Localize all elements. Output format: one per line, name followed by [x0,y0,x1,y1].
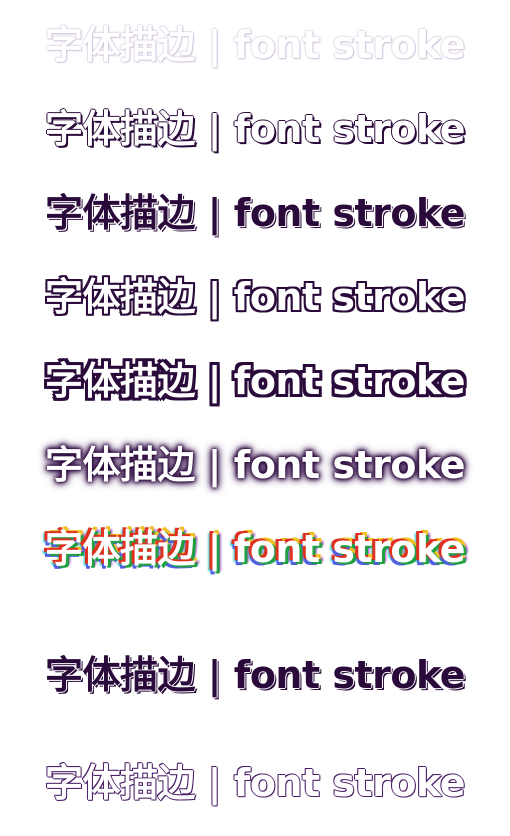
stroke-sample-3: 字体描边 | font stroke [44,191,466,235]
stroke-sample-8: 字体描边 | font stroke [44,653,466,697]
stroke-sample-2: 字体描边 | font stroke [44,107,466,151]
stroke-sample-7: 字体描边 | font stroke [44,527,466,571]
stroke-sample-1: 字体描边 | font stroke [44,23,466,67]
stroke-sample-9: 字体描边 | font stroke [44,761,466,805]
stroke-sample-4: 字体描边 | font stroke [44,275,466,319]
stroke-sample-5: 字体描边 | font stroke [44,359,466,403]
stroke-sample-6: 字体描边 | font stroke [44,443,466,487]
